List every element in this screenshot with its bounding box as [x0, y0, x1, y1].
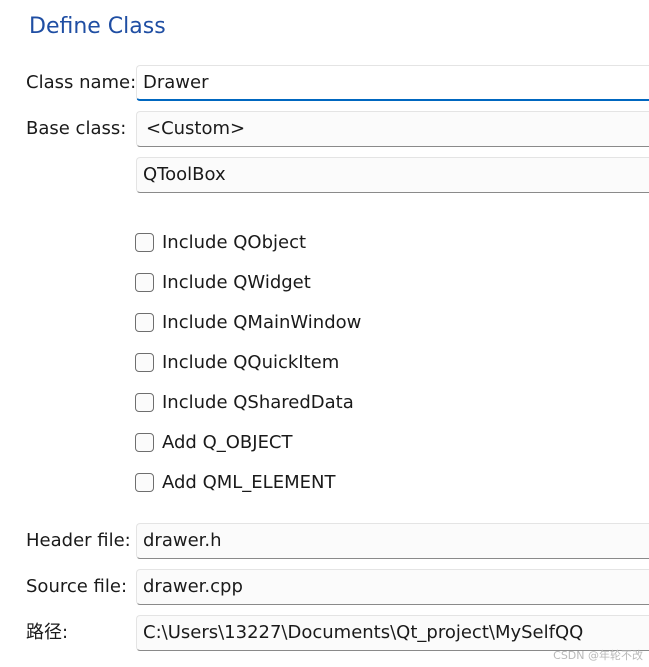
checkbox-label: Include QWidget [162, 271, 311, 293]
checkbox-box[interactable] [135, 352, 154, 372]
base-class-select[interactable]: <Custom> [136, 111, 649, 147]
include-qshareddata-checkbox[interactable]: Include QSharedData [135, 390, 354, 414]
header-file-input[interactable]: drawer.h [136, 523, 649, 559]
checkbox-label: Add QML_ELEMENT [162, 471, 336, 493]
include-qmainwindow-checkbox[interactable]: Include QMainWindow [135, 310, 361, 334]
source-file-input[interactable]: drawer.cpp [136, 569, 649, 605]
watermark: CSDN @年轮不改 [553, 649, 643, 662]
checkbox-box[interactable] [135, 272, 154, 292]
add-q-object-checkbox[interactable]: Add Q_OBJECT [135, 430, 293, 454]
add-qml-element-checkbox[interactable]: Add QML_ELEMENT [135, 470, 335, 494]
checkbox-label: Include QQuickItem [162, 351, 340, 373]
path-input[interactable]: C:\Users\13227\Documents\Qt_project\MySe… [136, 615, 649, 651]
include-qwidget-checkbox[interactable]: Include QWidget [135, 270, 311, 294]
page-title: Define Class [29, 14, 166, 39]
checkbox-label: Include QObject [162, 231, 307, 253]
class-name-label: Class name: [26, 72, 137, 93]
source-file-label: Source file: [26, 576, 128, 597]
custom-base-class-input[interactable]: QToolBox [136, 157, 649, 193]
checkbox-box[interactable] [135, 432, 154, 452]
checkbox-box[interactable] [135, 312, 154, 332]
checkbox-box[interactable] [135, 472, 154, 492]
include-qobject-checkbox[interactable]: Include QObject [135, 230, 306, 254]
checkbox-box[interactable] [135, 232, 154, 252]
checkbox-label: Include QSharedData [162, 391, 354, 413]
base-class-label: Base class: [26, 118, 127, 139]
checkbox-label: Include QMainWindow [162, 311, 362, 333]
checkbox-box[interactable] [135, 392, 154, 412]
header-file-label: Header file: [26, 530, 131, 551]
path-label: 路径: [26, 622, 69, 643]
include-qquickitem-checkbox[interactable]: Include QQuickItem [135, 350, 339, 374]
checkbox-label: Add Q_OBJECT [162, 431, 293, 453]
class-name-input[interactable]: Drawer [136, 65, 649, 101]
